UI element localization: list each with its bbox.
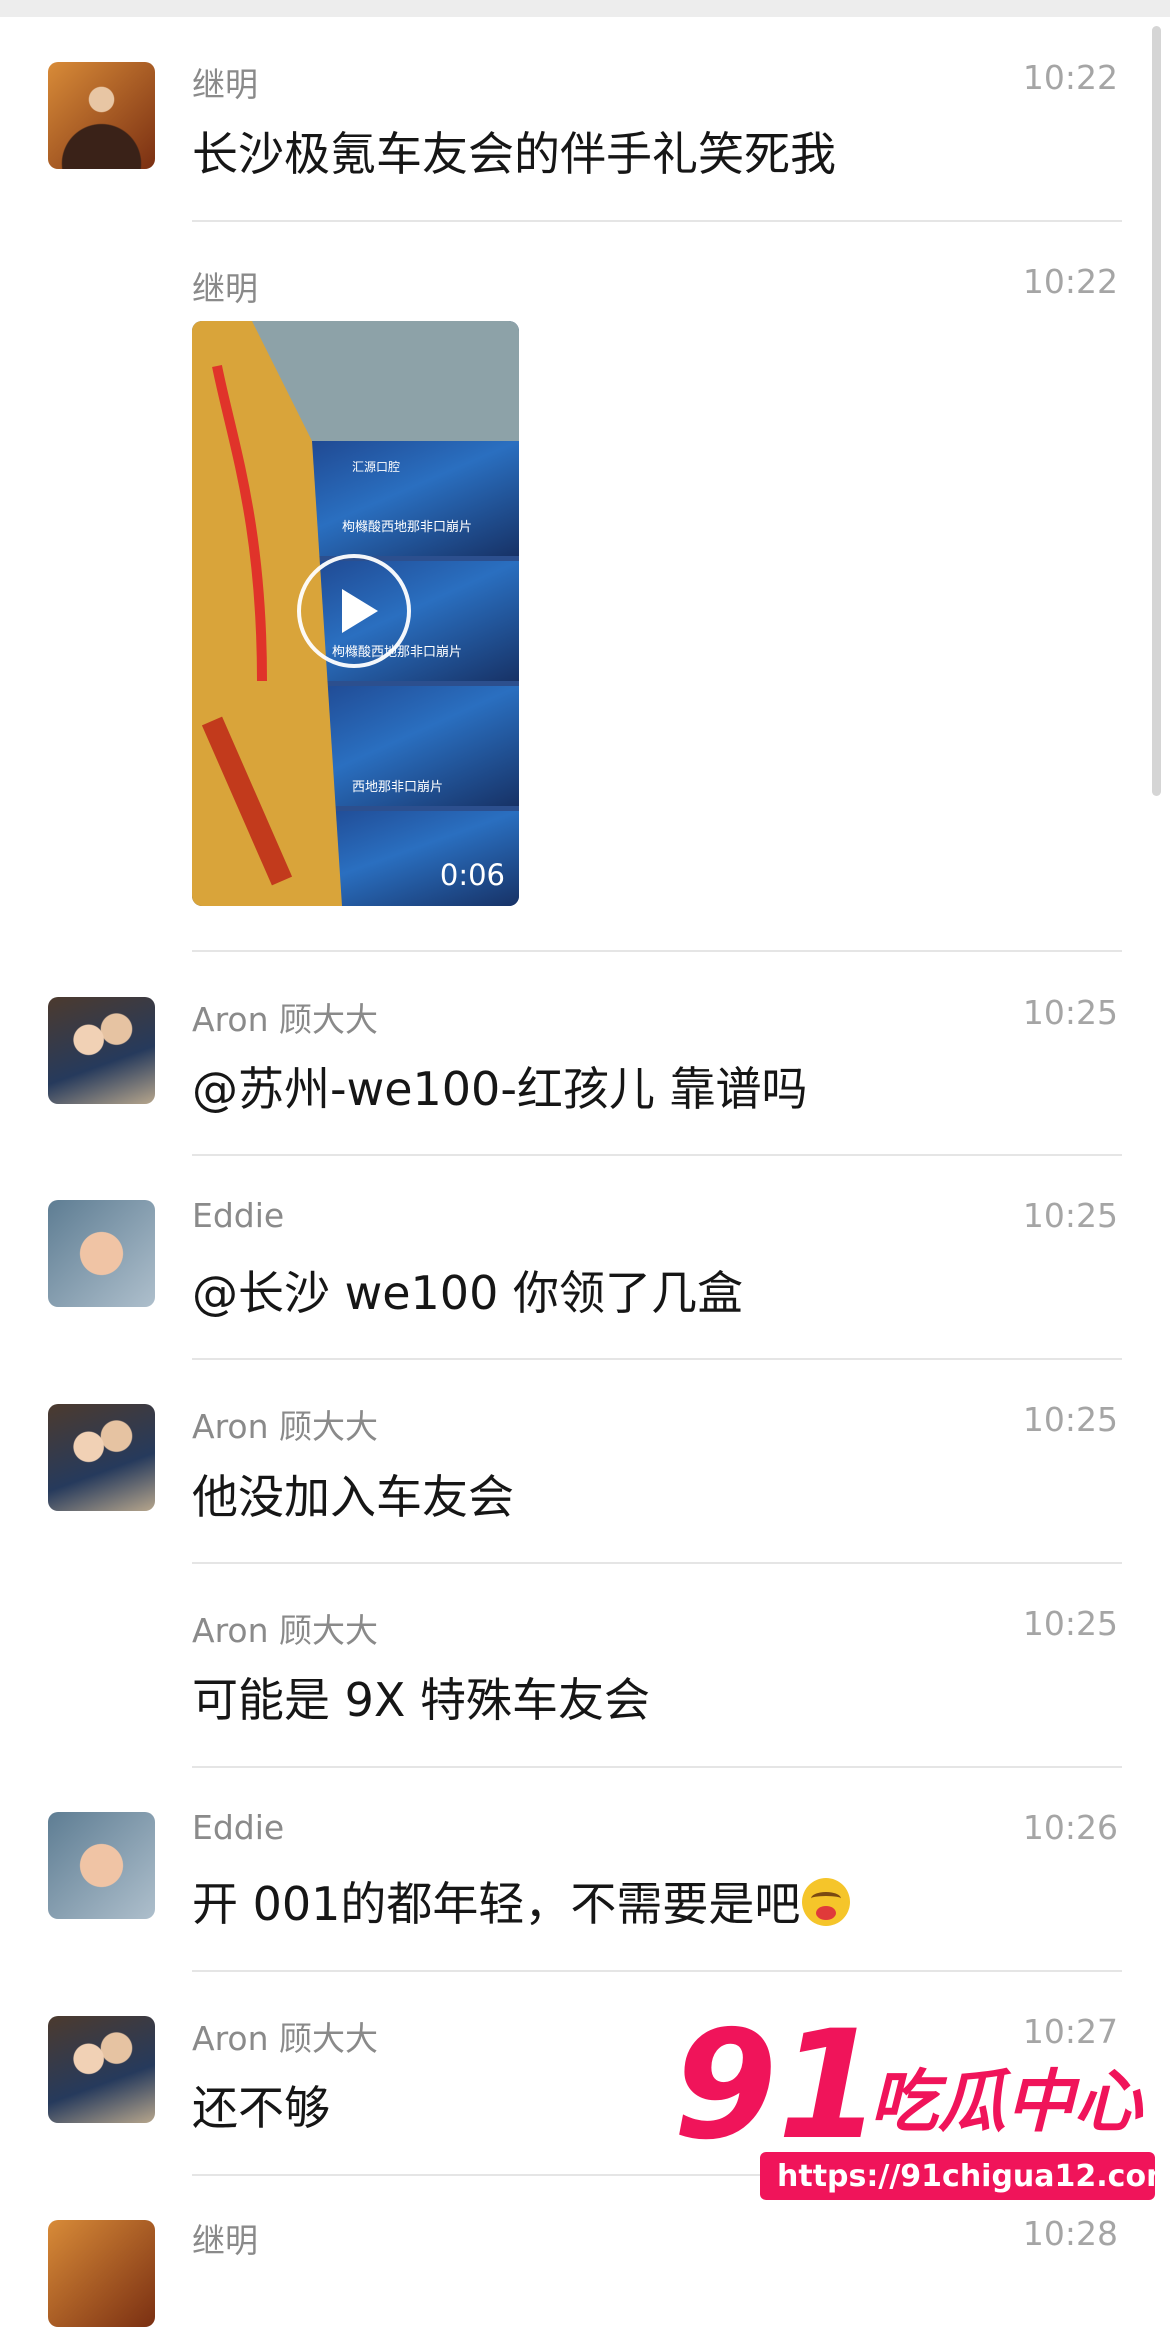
message-text[interactable]: 他没加入车友会 — [192, 1461, 514, 1527]
sender-name[interactable]: 继明 — [192, 262, 258, 310]
sender-name[interactable]: Aron 顾大大 — [192, 1604, 378, 1652]
divider — [192, 220, 1122, 222]
avatar-aron[interactable] — [48, 1404, 155, 1511]
avatar-eddie[interactable] — [48, 1200, 155, 1307]
sender-name[interactable]: 继明 — [192, 2214, 258, 2262]
divider — [192, 950, 1122, 952]
divider — [192, 1358, 1122, 1360]
avatar-eddie[interactable] — [48, 1812, 155, 1919]
video-box-label: 枸橼酸西地那非口崩片 — [342, 520, 472, 535]
scrollbar[interactable] — [1152, 26, 1161, 796]
smirk-emoji-icon — [802, 1878, 851, 1926]
video-box-label: 汇源口腔 — [352, 459, 400, 474]
avatar-aron[interactable] — [48, 2016, 155, 2123]
video-message-thumbnail[interactable]: 汇源口腔 枸橼酸西地那非口崩片 枸橼酸西地那非口崩片 西地那非口崩片 0:06 — [192, 321, 519, 906]
message-text[interactable]: 可能是 9X 特殊车友会 — [192, 1664, 650, 1730]
message-time: 10:25 — [1022, 1196, 1118, 1235]
top-status-strip — [0, 0, 1170, 17]
avatar-jiming[interactable] — [48, 2220, 155, 2327]
sender-name[interactable]: Aron 顾大大 — [192, 2012, 378, 2060]
sender-name[interactable]: Eddie — [192, 1196, 284, 1235]
sender-name[interactable]: Eddie — [192, 1808, 284, 1847]
divider — [192, 1154, 1122, 1156]
watermark-logo: 91 吃瓜中心 https://91chigua12.com — [665, 1997, 1170, 2222]
message-text-content: 开 001的都年轻，不需要是吧 — [192, 1877, 801, 1931]
message-time: 10:22 — [1022, 58, 1118, 97]
message-time: 10:22 — [1022, 262, 1118, 301]
play-icon[interactable] — [297, 554, 411, 668]
message-text[interactable]: 长沙极氪车友会的伴手礼笑死我 — [192, 118, 836, 184]
message-time: 10:26 — [1022, 1808, 1118, 1847]
avatar-aron[interactable] — [48, 997, 155, 1104]
divider — [192, 1970, 1122, 1972]
divider — [192, 1766, 1122, 1768]
watermark-number: 91 — [673, 2012, 882, 2173]
video-duration: 0:06 — [439, 858, 505, 892]
message-text[interactable]: 开 001的都年轻，不需要是吧 — [192, 1868, 851, 1934]
watermark-url: https://91chigua12.com — [777, 2159, 1165, 2194]
video-box-label: 西地那非口崩片 — [352, 780, 443, 795]
message-time: 10:25 — [1022, 1604, 1118, 1643]
message-text[interactable]: @长沙 we100 你领了几盒 — [192, 1257, 743, 1323]
avatar-jiming[interactable] — [48, 62, 155, 169]
message-time: 10:25 — [1022, 993, 1118, 1032]
message-text[interactable]: 还不够 — [192, 2072, 330, 2138]
message-text[interactable]: @苏州-we100-红孩儿 靠谱吗 — [192, 1053, 808, 1119]
watermark-brand: 吃瓜中心 — [870, 2063, 1144, 2142]
sender-name[interactable]: Aron 顾大大 — [192, 993, 378, 1041]
divider — [192, 1562, 1122, 1564]
message-time: 10:25 — [1022, 1400, 1118, 1439]
sender-name[interactable]: 继明 — [192, 58, 258, 106]
sender-name[interactable]: Aron 顾大大 — [192, 1400, 378, 1448]
